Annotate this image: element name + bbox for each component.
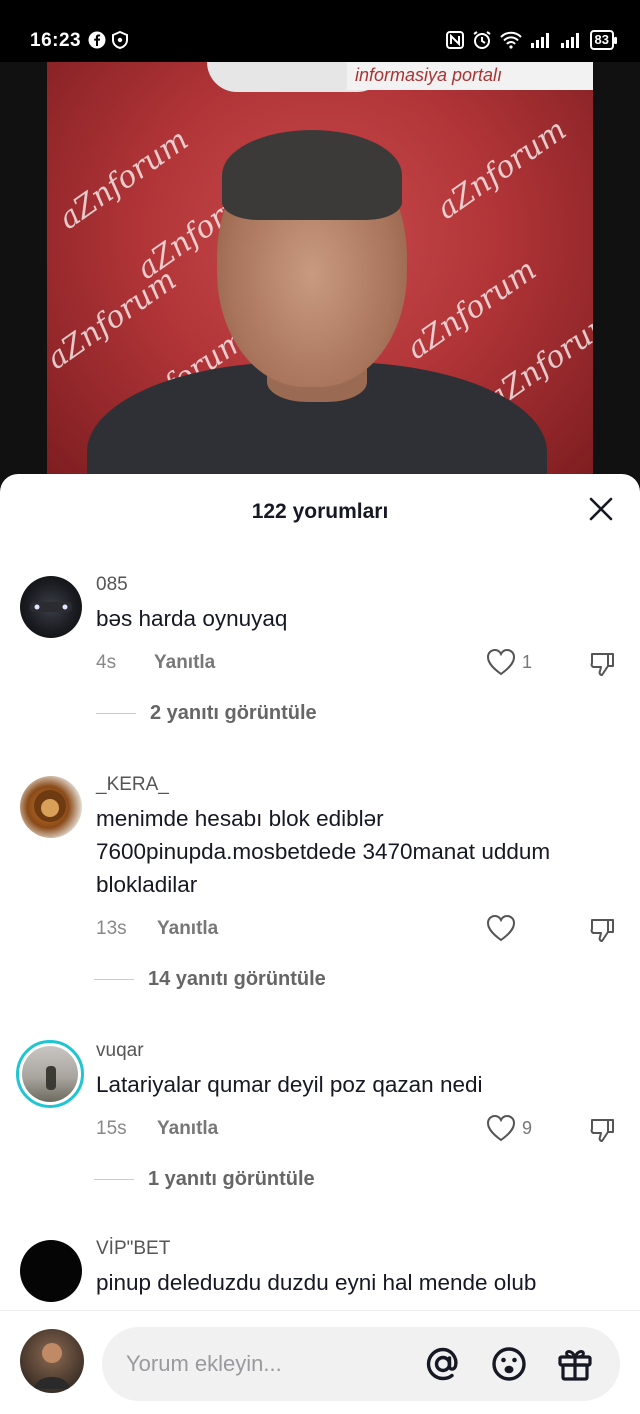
comment-text: pinup deleduzdu duzdu eyni hal mende olu… — [96, 1270, 537, 1295]
dislike-icon[interactable] — [588, 916, 616, 944]
avatar — [22, 1046, 78, 1102]
watermark: aZnforum — [47, 262, 183, 377]
avatar[interactable] — [20, 776, 82, 838]
watermark: aZnforum — [430, 112, 573, 227]
replies-divider — [94, 979, 134, 980]
heart-icon — [486, 648, 516, 676]
comment-input-container — [102, 1327, 620, 1401]
video-player[interactable]: informasiya portalı aZnforum aZnforum aZ… — [0, 62, 640, 492]
comments-title: 122 yorumları — [251, 500, 389, 523]
comment-username[interactable]: 085 — [96, 574, 128, 596]
battery-indicator: 83 — [589, 30, 618, 50]
comment-time: 13s — [96, 918, 127, 939]
comment-text: bəs harda oynuyaq — [96, 606, 288, 631]
comment-time: 15s — [96, 1118, 127, 1139]
view-replies-button[interactable]: 1 yanıtı görüntüle — [94, 1168, 315, 1191]
gift-icon[interactable] — [556, 1345, 594, 1383]
avatar[interactable] — [20, 1240, 82, 1302]
video-frame: informasiya portalı aZnforum aZnforum aZ… — [47, 62, 593, 492]
reply-button[interactable]: Yanıtla — [154, 652, 215, 674]
dislike-icon[interactable] — [588, 1116, 616, 1144]
wifi-icon — [499, 31, 522, 49]
comment-time: 4s — [96, 652, 117, 673]
like-count: 1 — [522, 651, 533, 672]
view-replies-label: 14 yanıtı görüntüle — [148, 968, 326, 990]
reply-button[interactable]: Yanıtla — [157, 1118, 218, 1140]
avatar[interactable] — [20, 576, 82, 638]
like-button[interactable]: 1 — [486, 648, 532, 676]
comment-username[interactable]: _KERA_ — [96, 774, 169, 796]
comment-input[interactable] — [126, 1327, 426, 1401]
shield-icon — [112, 31, 128, 49]
close-icon[interactable] — [588, 496, 614, 522]
emoji-icon[interactable] — [490, 1345, 528, 1383]
person-hair — [222, 130, 402, 220]
nfc-icon — [445, 31, 464, 49]
signal-icon-2 — [560, 33, 579, 48]
view-replies-button[interactable]: 2 yanıtı görüntüle — [96, 702, 317, 725]
dislike-icon[interactable] — [588, 650, 616, 678]
comment-text: Latariyalar qumar deyil poz qazan nedi — [96, 1072, 483, 1097]
at-icon[interactable] — [424, 1345, 462, 1383]
alarm-icon — [472, 31, 491, 49]
avatar-story-ring[interactable] — [16, 1040, 84, 1108]
heart-icon — [486, 1114, 516, 1142]
like-button[interactable]: 9 — [486, 1114, 532, 1142]
reply-button[interactable]: Yanıtla — [157, 918, 218, 940]
like-count: 9 — [522, 1117, 533, 1138]
view-replies-button[interactable]: 14 yanıtı görüntüle — [94, 968, 326, 991]
profile-photo — [34, 1343, 70, 1389]
watermark: aZnforum — [52, 122, 195, 237]
status-bar: 16:23 83 — [0, 0, 640, 62]
my-avatar[interactable] — [20, 1329, 84, 1393]
comment-username[interactable]: VİP"BET — [96, 1238, 170, 1260]
comment-text: menimde hesabı blok ediblər 7600pinupda.… — [96, 806, 551, 897]
banner-text: informasiya portalı — [347, 62, 593, 90]
view-replies-label: 2 yanıtı görüntüle — [150, 702, 317, 724]
car-image — [30, 602, 72, 612]
view-replies-label: 1 yanıtı görüntüle — [148, 1168, 315, 1190]
signal-icon — [530, 33, 549, 48]
replies-divider — [94, 1179, 134, 1180]
comment-username[interactable]: vuqar — [96, 1040, 144, 1062]
replies-divider — [96, 713, 136, 714]
watermark: aZnforum — [400, 252, 543, 367]
like-button[interactable] — [486, 914, 522, 942]
status-right-icons: 83 — [445, 30, 618, 50]
comments-sheet: 122 yorumları 085 bəs harda oynuyaq 4s Y… — [0, 474, 640, 1414]
status-time: 16:23 — [30, 30, 82, 51]
heart-icon — [486, 914, 516, 942]
status-left-icons — [88, 31, 128, 49]
facebook-icon — [88, 31, 106, 49]
lion-image — [34, 790, 66, 822]
comment-input-bar — [0, 1310, 640, 1414]
